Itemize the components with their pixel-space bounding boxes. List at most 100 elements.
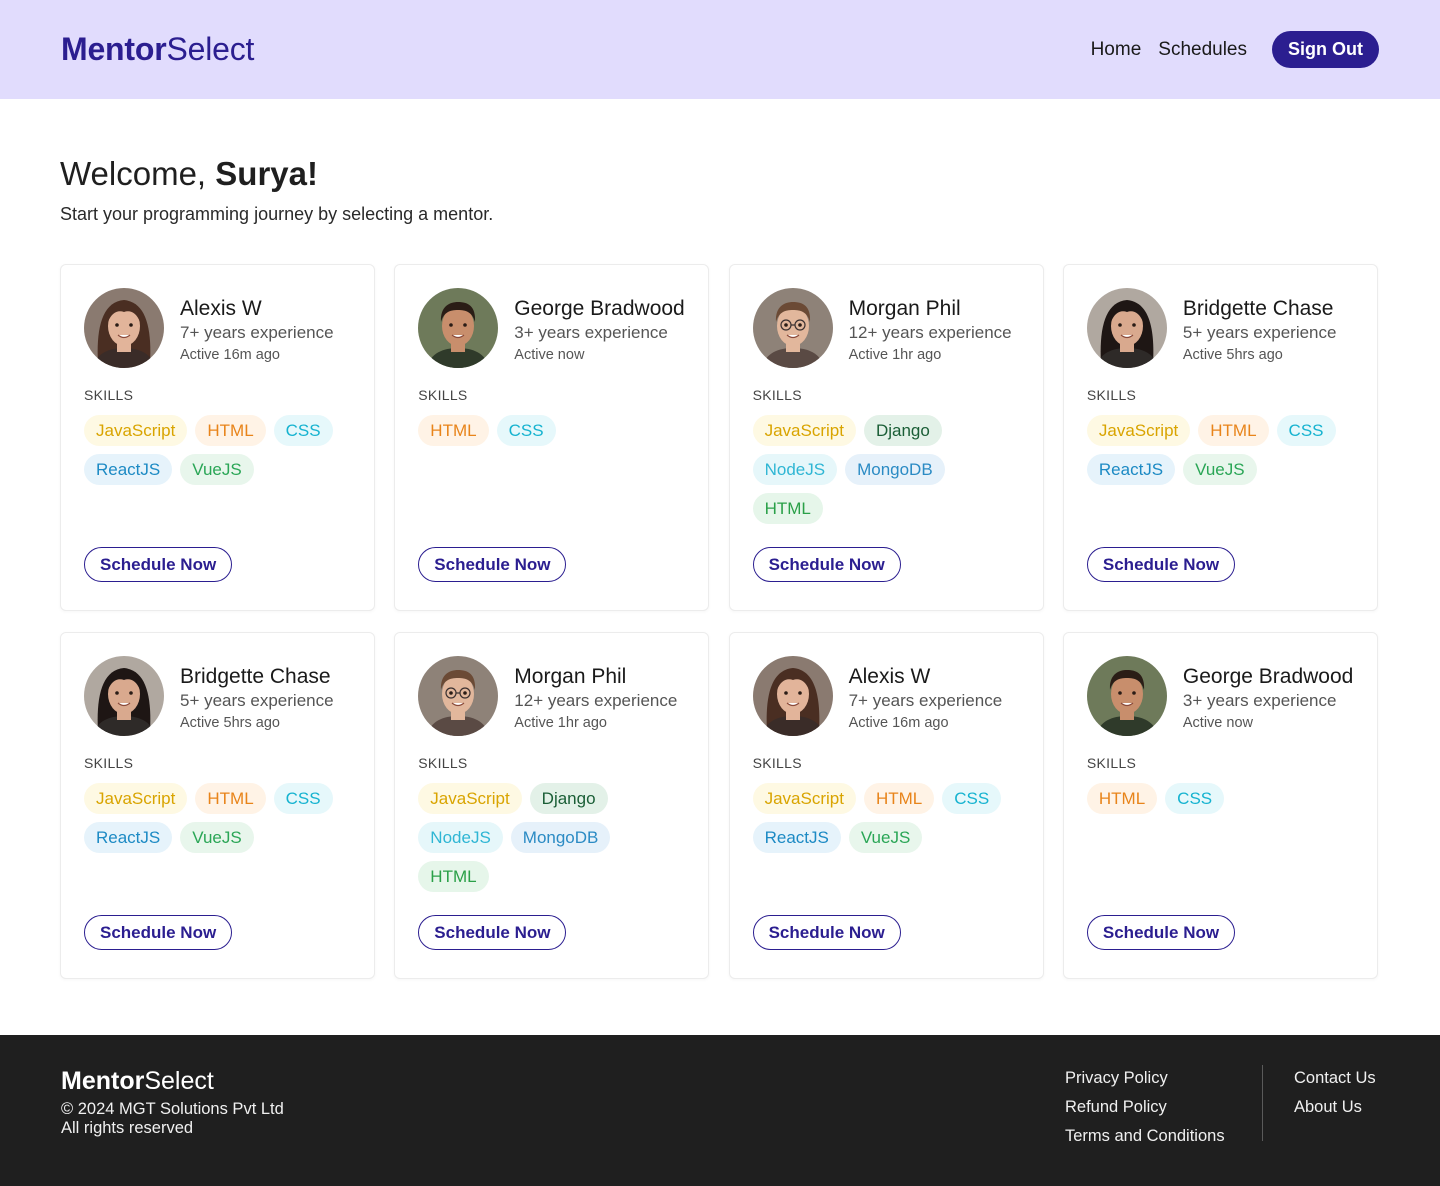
skill-chip: MongoDB — [510, 822, 611, 853]
about-us-link[interactable]: About Us — [1294, 1093, 1376, 1122]
mentor-avatar — [84, 656, 164, 736]
skill-chip: NodeJS — [752, 454, 838, 485]
skill-chip: CSS — [1165, 783, 1225, 814]
mentor-card: Morgan Phil 12+ years experience Active 1h… — [394, 632, 710, 979]
skills-label: SKILLS — [752, 755, 802, 771]
mentor-avatar — [84, 288, 164, 368]
skill-chip: HTML — [1198, 415, 1269, 446]
footer-brand-light: Select — [144, 1067, 214, 1095]
mentor-experience: 5+ years experience — [180, 691, 334, 710]
skills-label: SKILLS — [752, 387, 802, 403]
mentor-avatar — [752, 656, 833, 736]
skill-chip: Django — [529, 783, 608, 814]
mentor-active-status: Active 16m ago — [848, 715, 949, 731]
sign-out-button[interactable]: Sign Out — [1272, 31, 1379, 68]
nav-schedules-link[interactable]: Schedules — [1158, 39, 1247, 61]
skill-chips: HTML CSS — [418, 415, 688, 446]
schedule-now-button[interactable]: Schedule Now — [1086, 547, 1236, 582]
welcome-greeting: Welcome, — [60, 155, 216, 192]
site-footer: MentorSelect © 2024 MGT Solutions Pvt Lt… — [0, 1035, 1440, 1186]
schedule-now-button[interactable]: Schedule Now — [752, 547, 901, 582]
skill-chip: CSS — [496, 415, 556, 446]
schedule-now-button[interactable]: Schedule Now — [752, 915, 901, 950]
mentor-name: Morgan Phil — [848, 297, 961, 320]
refund-policy-link[interactable]: Refund Policy — [1065, 1093, 1225, 1122]
main-nav: Home Schedules Sign Out — [1091, 31, 1379, 68]
top-header: MentorSelect Home Schedules Sign Out — [0, 0, 1440, 99]
mentor-experience: 7+ years experience — [180, 323, 334, 342]
skills-label: SKILLS — [418, 755, 468, 771]
skills-label: SKILLS — [84, 387, 134, 403]
welcome-subtitle: Start your programming journey by select… — [60, 204, 494, 224]
mentor-active-status: Active now — [514, 347, 585, 363]
welcome-heading: Welcome, Surya! — [60, 154, 318, 194]
welcome-user-name: Surya! — [215, 155, 318, 192]
mentor-name: Morgan Phil — [514, 665, 627, 688]
skill-chips: JavaScript HTML CSS ReactJS VueJS — [1086, 415, 1357, 485]
skill-chip: ReactJS — [84, 822, 173, 853]
brand-logo[interactable]: MentorSelect — [61, 30, 254, 68]
mentor-name: Bridgette Chase — [1182, 297, 1334, 320]
mentor-name: Bridgette Chase — [180, 665, 331, 688]
mentor-experience: 7+ years experience — [848, 691, 1003, 710]
mentor-active-status: Active 1hr ago — [514, 715, 607, 731]
mentor-card: Alexis W 7+ years experience Active 16m ag… — [60, 264, 375, 611]
mentor-avatar — [1086, 288, 1167, 368]
mentor-card: Bridgette Chase 5+ years experience Active… — [60, 632, 375, 979]
schedule-now-button[interactable]: Schedule Now — [418, 547, 567, 582]
skill-chip: HTML — [418, 415, 489, 446]
skill-chip: CSS — [1276, 415, 1336, 446]
skill-chips: JavaScript HTML CSS ReactJS VueJS — [752, 783, 1023, 853]
schedule-now-button[interactable]: Schedule Now — [418, 915, 567, 950]
footer-divider — [1262, 1065, 1263, 1141]
mentor-card: Bridgette Chase 5+ years experience Active… — [1062, 264, 1378, 611]
mentor-avatar — [1086, 656, 1167, 736]
skill-chip: CSS — [273, 415, 333, 446]
skill-chip: VueJS — [180, 822, 254, 853]
mentor-active-status: Active 16m ago — [180, 347, 280, 363]
skill-chip: HTML — [418, 861, 489, 892]
skill-chip: JavaScript — [418, 783, 522, 814]
skill-chip: JavaScript — [752, 415, 856, 446]
skill-chip: JavaScript — [752, 783, 856, 814]
skill-chip: VueJS — [1183, 454, 1257, 485]
skill-chip: JavaScript — [84, 415, 188, 446]
privacy-policy-link[interactable]: Privacy Policy — [1065, 1064, 1225, 1093]
skill-chips: JavaScript Django NodeJS MongoDB HTML — [752, 415, 1023, 524]
contact-us-link[interactable]: Contact Us — [1294, 1064, 1376, 1093]
skill-chip: ReactJS — [1086, 454, 1176, 485]
skill-chip: Django — [863, 415, 942, 446]
skill-chips: JavaScript Django NodeJS MongoDB HTML — [418, 783, 688, 892]
mentor-avatar — [752, 288, 833, 368]
mentor-grid: Alexis W 7+ years experience Active 16m ag… — [60, 264, 1378, 979]
schedule-now-button[interactable]: Schedule Now — [84, 915, 233, 950]
mentor-experience: 3+ years experience — [1182, 691, 1337, 710]
skill-chip: CSS — [273, 783, 333, 814]
skills-label: SKILLS — [84, 755, 134, 771]
schedule-now-button[interactable]: Schedule Now — [84, 547, 233, 582]
mentor-experience: 5+ years experience — [1182, 323, 1337, 342]
skill-chips: JavaScript HTML CSS ReactJS VueJS — [84, 415, 354, 485]
skill-chips: HTML CSS — [1086, 783, 1357, 814]
skills-label: SKILLS — [1086, 387, 1137, 403]
mentor-active-status: Active 5hrs ago — [180, 715, 280, 731]
skills-label: SKILLS — [1086, 755, 1137, 771]
nav-home-link[interactable]: Home — [1091, 39, 1142, 61]
schedule-now-button[interactable]: Schedule Now — [1086, 915, 1236, 950]
mentor-name: George Bradwood — [1182, 665, 1354, 688]
skill-chip: HTML — [1086, 783, 1158, 814]
skill-chip: ReactJS — [752, 822, 841, 853]
skill-chip: JavaScript — [84, 783, 188, 814]
footer-links-policies: Privacy Policy Refund Policy Terms and C… — [1065, 1064, 1225, 1151]
mentor-active-status: Active 1hr ago — [848, 347, 942, 363]
terms-link[interactable]: Terms and Conditions — [1065, 1122, 1225, 1151]
mentor-active-status: Active 5hrs ago — [1182, 347, 1283, 363]
skill-chips: JavaScript HTML CSS ReactJS VueJS — [84, 783, 354, 853]
footer-links-company: Contact Us About Us — [1294, 1064, 1376, 1122]
mentor-experience: 12+ years experience — [848, 323, 1012, 342]
skill-chip: HTML — [195, 415, 266, 446]
mentor-experience: 3+ years experience — [514, 323, 668, 342]
mentor-name: Alexis W — [180, 297, 262, 320]
skill-chip: HTML — [195, 783, 266, 814]
brand-name-light: Select — [166, 31, 255, 67]
